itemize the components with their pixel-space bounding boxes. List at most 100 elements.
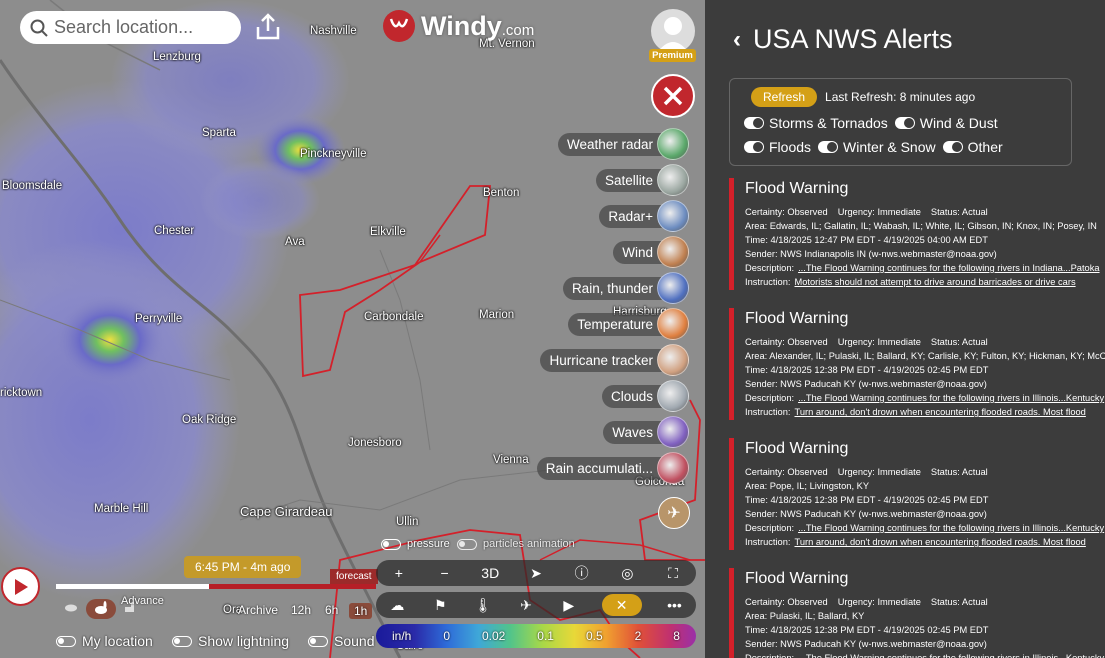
location-arrow-icon[interactable]: ➤ <box>526 565 546 582</box>
filter-floods-toggle[interactable]: Floods <box>744 139 811 155</box>
hours-6-button[interactable]: 6h <box>325 603 338 617</box>
rain-accumulation-icon <box>657 452 689 484</box>
filter-winter-toggle[interactable]: Winter & Snow <box>818 139 936 155</box>
play-button[interactable] <box>1 567 40 606</box>
user-avatar[interactable] <box>651 9 695 53</box>
close-alerts-button[interactable] <box>651 74 695 118</box>
filter-other-toggle[interactable]: Other <box>942 139 1003 155</box>
alert-card[interactable]: Flood Warning Certainty: Observed Urgency:… <box>729 178 1105 290</box>
pressure-toggle[interactable]: pressure <box>381 538 450 550</box>
archive-button[interactable]: Archive <box>238 603 278 617</box>
timeline-bar[interactable] <box>56 584 376 589</box>
city-label: Jonesboro <box>348 437 402 449</box>
layer-wind[interactable]: Wind <box>613 236 689 268</box>
toggle-switch <box>172 635 192 647</box>
city-label: Marion <box>479 309 515 321</box>
windy-logo-icon <box>383 10 415 42</box>
alert-title: Flood Warning <box>745 310 849 327</box>
advance-label: Advance <box>121 595 164 607</box>
city-label: Elkville <box>370 226 406 238</box>
alert-instruction[interactable]: Turn around, don't drown when encounteri… <box>794 537 1085 547</box>
refresh-button[interactable]: Refresh <box>751 87 818 107</box>
city-label: Benton <box>483 187 520 199</box>
thermometer-icon[interactable]: 🌡 <box>473 597 493 614</box>
particles-toggle[interactable]: particles animation <box>457 538 575 550</box>
zoom-in-icon[interactable]: + <box>389 565 409 581</box>
legend-value: 0 <box>443 629 450 643</box>
filter-storms-toggle[interactable]: Storms & Tornados <box>744 115 888 131</box>
more-icon[interactable]: ••• <box>664 597 684 613</box>
alert-card[interactable]: Flood Warning Certainty: Observed Urgency:… <box>729 438 1105 550</box>
alert-instruction-label: Instruction: <box>745 407 791 417</box>
layer-rain-thunder[interactable]: Rain, thunder <box>562 272 689 304</box>
filter-label: Floods <box>769 139 812 155</box>
search-input[interactable] <box>54 17 224 38</box>
weather-icon[interactable]: ☁ <box>387 597 407 614</box>
hours-12-button[interactable]: 12h <box>291 603 311 617</box>
layer-radar-plus[interactable]: Radar+ <box>599 200 689 232</box>
city-label: Sparta <box>202 127 236 139</box>
city-label: Bloomsdale <box>2 180 63 192</box>
alert-instruction[interactable]: Turn around, don't drown when encounteri… <box>794 407 1085 417</box>
flag-icon[interactable]: ⚑ <box>430 597 450 614</box>
toggle-switch <box>894 117 915 129</box>
alerts-panel: ‹ USA NWS Alerts Refresh Last Refresh: 8 … <box>705 0 1105 658</box>
layer-clouds[interactable]: Clouds <box>601 380 689 412</box>
layer-temperature[interactable]: Temperature <box>568 308 689 340</box>
info-icon[interactable]: ⓘ <box>572 563 592 583</box>
sound-toggle[interactable]: Sound <box>308 633 374 649</box>
layer-hurricane[interactable]: Hurricane tracker <box>540 344 689 376</box>
map-view[interactable]: Nashville Mt. Vernon Lenzburg Sparta Pin… <box>0 0 705 658</box>
legend-value: 0.1 <box>537 629 554 643</box>
alerts-close-icon[interactable]: ✕ <box>601 594 642 616</box>
layer-rain-accumulation[interactable]: Rain accumulati... <box>536 452 689 484</box>
alert-time: Time: 4/18/2025 12:38 PM EDT - 4/19/2025… <box>745 365 989 375</box>
alert-description[interactable]: ...The Flood Warning continues for the f… <box>798 393 1104 403</box>
layer-weather-radar[interactable]: Weather radar <box>557 128 689 160</box>
lightning-toggle[interactable]: Show lightning <box>172 633 289 649</box>
back-icon[interactable]: ‹ <box>733 26 741 54</box>
airplane-layer-icon[interactable]: ✈ <box>658 497 690 529</box>
toggle-switch <box>744 141 764 153</box>
filter-wind-toggle[interactable]: Wind & Dust <box>894 115 998 131</box>
windy-logo[interactable]: Windy.com <box>383 10 534 42</box>
speed-selector[interactable] <box>86 599 116 619</box>
my-location-toggle[interactable]: My location <box>56 633 153 649</box>
forecast-label[interactable]: forecast <box>330 569 378 584</box>
hurricane-icon[interactable]: ◎ <box>617 565 637 582</box>
layer-label: Hurricane tracker <box>540 348 673 372</box>
alert-time: Time: 4/18/2025 12:38 PM EDT - 4/19/2025… <box>745 625 989 635</box>
alert-instruction[interactable]: Motorists should not attempt to drive ar… <box>794 277 1075 287</box>
camera-icon[interactable]: ▶ <box>559 597 579 614</box>
alert-description[interactable]: ...The Flood Warning continues for the f… <box>798 653 1104 658</box>
weather-radar-icon <box>657 128 689 160</box>
current-time-bubble[interactable]: 6:45 PM - 4m ago <box>184 556 302 578</box>
alert-card[interactable]: Flood Warning Certainty: Observed Urgency:… <box>729 568 1105 658</box>
brand-name: Windy <box>421 10 502 41</box>
alert-description[interactable]: ...The Flood Warning continues for the f… <box>798 263 1099 273</box>
3d-button[interactable]: 3D <box>480 565 500 581</box>
alert-title: Flood Warning <box>745 570 849 587</box>
share-icon[interactable] <box>254 12 282 42</box>
layer-waves[interactable]: Waves <box>603 416 689 448</box>
search-bar[interactable] <box>20 11 241 44</box>
fullscreen-icon[interactable]: ⛶ <box>663 565 683 582</box>
alert-card[interactable]: Flood Warning Certainty: Observed Urgency:… <box>729 308 1105 420</box>
alert-sender: Sender: NWS Paducah KY (w-nws.webmaster@… <box>745 509 987 519</box>
filter-label: Winter & Snow <box>843 139 936 155</box>
layer-label: Rain accumulati... <box>536 456 673 480</box>
airplane-icon[interactable]: ✈ <box>516 597 536 614</box>
turtle-icon[interactable] <box>63 602 79 612</box>
hours-1-button[interactable]: 1h <box>349 603 373 619</box>
alert-time: Time: 4/18/2025 12:47 PM EDT - 4/19/2025… <box>745 235 988 245</box>
wind-icon <box>657 236 689 268</box>
alert-description[interactable]: ...The Flood Warning continues for the f… <box>798 523 1104 533</box>
alert-urgency: Urgency: Immediate <box>837 597 921 607</box>
filter-label: Storms & Tornados <box>769 115 888 131</box>
alert-sender: Sender: NWS Indianapolis IN (w-nws.webma… <box>745 249 997 259</box>
zoom-out-icon[interactable]: − <box>435 565 455 581</box>
map-controls-bar: + − 3D ➤ ⓘ ◎ ⛶ <box>376 560 696 586</box>
last-refresh-text: Last Refresh: 8 minutes ago <box>825 90 976 104</box>
layer-satellite[interactable]: Satellite <box>595 164 689 196</box>
alert-status: Status: Actual <box>930 597 988 607</box>
